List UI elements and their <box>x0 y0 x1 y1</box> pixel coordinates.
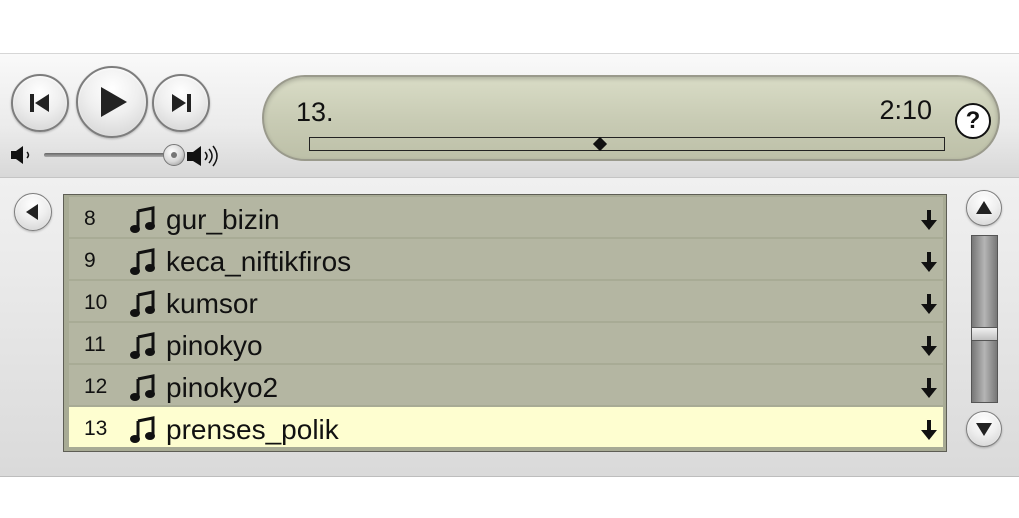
download-arrow-icon[interactable] <box>920 293 938 320</box>
volume-low-icon <box>11 146 30 164</box>
playlist-row[interactable]: 9 keca_niftikfiros <box>69 239 943 279</box>
playlist-row[interactable]: 12 pinokyo2 <box>69 365 943 405</box>
download-arrow-icon[interactable] <box>920 209 938 236</box>
volume-track <box>44 153 178 157</box>
music-note-icon <box>128 373 158 408</box>
previous-track-icon <box>30 94 49 112</box>
now-playing-display: 13. 2:10 ? <box>262 75 1000 161</box>
scrollbar-thumb[interactable] <box>972 327 997 342</box>
next-track-icon <box>172 94 191 112</box>
current-track-number: 13. <box>296 97 334 127</box>
track-title: pinokyo <box>166 330 263 361</box>
back-arrow-icon <box>26 204 38 220</box>
download-arrow-icon[interactable] <box>920 377 938 404</box>
track-index: 13 <box>84 417 108 440</box>
music-note-icon <box>128 247 158 282</box>
playlist-row[interactable]: 10 kumsor <box>69 281 943 321</box>
track-index: 9 <box>84 249 96 272</box>
playlist-row[interactable]: 11 pinokyo <box>69 323 943 363</box>
track-title: gur_bizin <box>166 204 280 235</box>
volume-high-icon <box>187 145 218 167</box>
next-track-button[interactable] <box>152 74 210 132</box>
download-arrow-icon[interactable] <box>920 251 938 278</box>
back-button[interactable] <box>14 193 52 231</box>
music-note-icon <box>128 331 158 366</box>
scroll-up-button[interactable] <box>966 190 1002 226</box>
help-button[interactable]: ? <box>955 103 991 139</box>
scroll-down-button[interactable] <box>966 411 1002 447</box>
track-index: 11 <box>84 333 106 356</box>
control-bar: 13. 2:10 ? <box>0 54 1019 178</box>
playlist: 8 gur_bizin 9 keca_niftikfiros 10 kumsor 11 pin… <box>63 194 947 452</box>
download-arrow-icon[interactable] <box>920 419 938 446</box>
scroll-up-icon <box>976 201 992 214</box>
track-index: 12 <box>84 375 108 398</box>
track-index: 8 <box>84 207 96 230</box>
volume-knob[interactable] <box>162 144 185 166</box>
play-button[interactable] <box>76 66 148 138</box>
track-index: 10 <box>84 291 108 314</box>
track-title: kumsor <box>166 288 258 319</box>
scroll-down-icon <box>976 423 992 436</box>
progress-marker[interactable] <box>592 136 607 152</box>
music-note-icon <box>128 415 158 450</box>
track-title: prenses_polik <box>166 414 339 445</box>
download-arrow-icon[interactable] <box>920 335 938 362</box>
track-title: keca_niftikfiros <box>166 246 352 277</box>
playlist-row[interactable]: 13 prenses_polik <box>69 407 943 447</box>
current-time: 2:10 <box>879 95 932 125</box>
media-player: 13. 2:10 ? 8 gur_bizin 9 keca_niftikfiros 10… <box>0 53 1019 477</box>
scrollbar-track[interactable] <box>971 235 998 403</box>
music-note-icon <box>128 289 158 324</box>
music-note-icon <box>128 205 158 240</box>
track-title: pinokyo2 <box>166 372 279 403</box>
playlist-row[interactable]: 8 gur_bizin <box>69 197 943 237</box>
play-icon <box>101 87 127 117</box>
previous-track-button[interactable] <box>11 74 69 132</box>
progress-bar[interactable] <box>309 136 945 152</box>
volume-slider[interactable] <box>8 140 228 170</box>
